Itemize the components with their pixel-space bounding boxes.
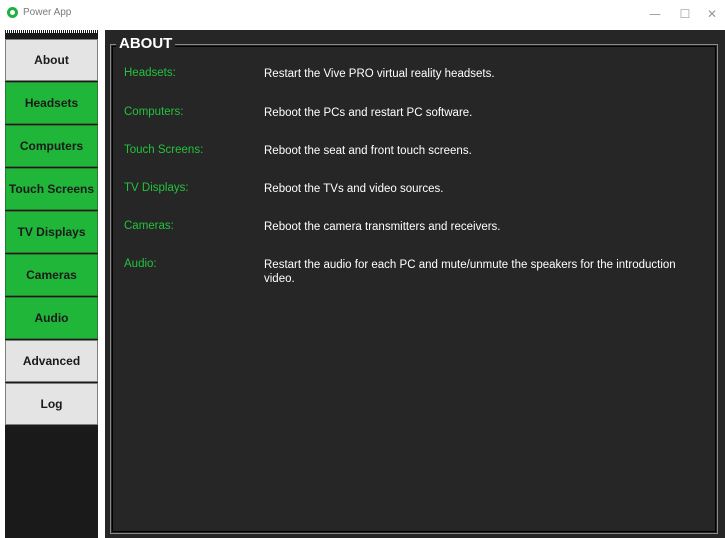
row-label-audio: Audio: — [124, 258, 157, 270]
row-label-touch-screens: Touch Screens: — [124, 144, 204, 156]
row-label-tv-displays: TV Displays: — [124, 182, 189, 194]
title-bar: Power App — ☐ ✕ — [0, 0, 725, 30]
sidebar-item-about[interactable]: About — [5, 39, 98, 81]
row-desc-tv-displays: Reboot the TVs and video sources. — [264, 183, 444, 195]
about-group-box: ABOUT Headsets: Restart the Vive PRO vir… — [110, 35, 718, 534]
row-desc-audio: Restart the audio for each PC and mute/u… — [264, 259, 676, 285]
sidebar-item-advanced[interactable]: Advanced — [5, 340, 98, 382]
row-label-cameras: Cameras: — [124, 220, 174, 232]
sidebar-top-divider — [5, 30, 98, 33]
row-desc-headsets: Restart the Vive PRO virtual reality hea… — [264, 68, 495, 80]
about-title: ABOUT — [116, 35, 176, 53]
sidebar-item-computers[interactable]: Computers — [5, 125, 98, 167]
sidebar-item-headsets[interactable]: Headsets — [5, 82, 98, 124]
power-app-icon — [7, 7, 18, 18]
about-panel: ABOUT Headsets: Restart the Vive PRO vir… — [105, 30, 725, 538]
maximize-button[interactable]: ☐ — [670, 4, 700, 24]
window-title: Power App — [23, 7, 72, 18]
sidebar-item-log[interactable]: Log — [5, 383, 98, 425]
row-label-computers: Computers: — [124, 106, 184, 118]
sidebar-item-tv-displays[interactable]: TV Displays — [5, 211, 98, 253]
row-desc-cameras: Reboot the camera transmitters and recei… — [264, 221, 501, 233]
sidebar-item-touch-screens[interactable]: Touch Screens — [5, 168, 98, 210]
row-label-headsets: Headsets: — [124, 67, 176, 79]
close-button[interactable]: ✕ — [697, 4, 725, 24]
minimize-button[interactable]: — — [640, 4, 670, 24]
sidebar-item-audio[interactable]: Audio — [5, 297, 98, 339]
sidebar: About Headsets Computers Touch Screens T… — [5, 30, 98, 538]
row-desc-touch-screens: Reboot the seat and front touch screens. — [264, 145, 472, 157]
sidebar-item-cameras[interactable]: Cameras — [5, 254, 98, 296]
row-desc-computers: Reboot the PCs and restart PC software. — [264, 107, 473, 119]
